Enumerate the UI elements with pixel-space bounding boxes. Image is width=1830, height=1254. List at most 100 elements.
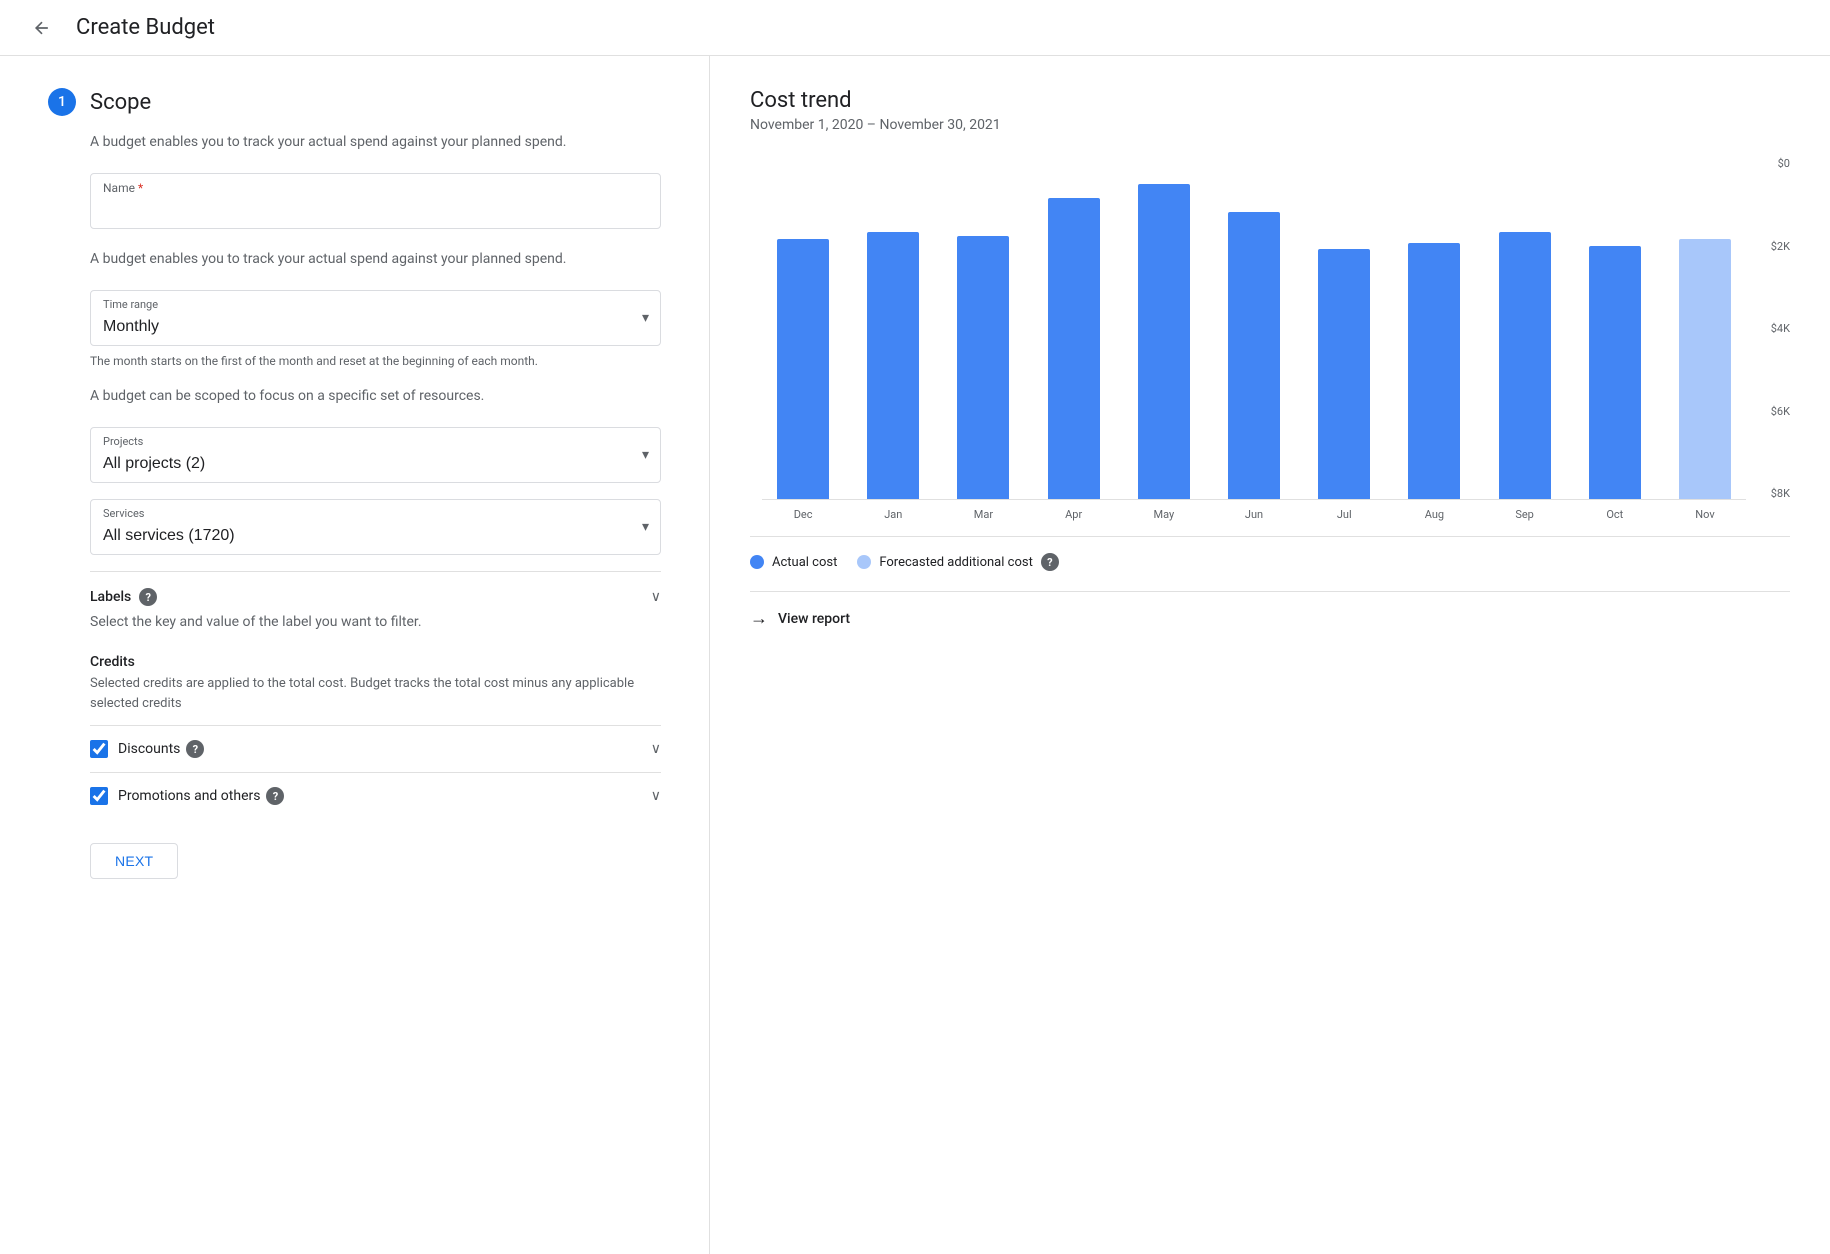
x-label-apr: Apr: [1033, 500, 1115, 536]
bar-group-aug: [1393, 157, 1475, 499]
view-report-link[interactable]: → View report: [750, 608, 1790, 629]
x-label-dec: Dec: [762, 500, 844, 536]
services-wrapper: Services All services (1720) ▾: [90, 499, 661, 555]
y-label-4k: $4K: [1754, 322, 1790, 335]
time-range-wrapper: Time range Monthly Quarterly Yearly Cust…: [90, 290, 661, 346]
credits-desc: Selected credits are applied to the tota…: [90, 674, 661, 713]
scope-description-2: A budget enables you to track your actua…: [90, 249, 661, 270]
page-title: Create Budget: [76, 15, 215, 40]
projects-select[interactable]: All projects (2): [90, 427, 661, 483]
header: Create Budget: [0, 0, 1830, 56]
name-field-label: Name *: [103, 181, 143, 195]
step-circle: 1: [48, 88, 76, 116]
y-label-8k: $8K: [1754, 487, 1790, 500]
legend-actual-dot: [750, 555, 764, 569]
time-range-hint: The month starts on the first of the mon…: [90, 352, 661, 370]
chart-area: $8K $6K $4K $2K $0 DecJanMarAprMayJunJul…: [750, 157, 1790, 536]
bar-group-jan: [852, 157, 934, 499]
y-axis-labels: $8K $6K $4K $2K $0: [1754, 157, 1790, 500]
discounts-chevron-icon: ∨: [651, 741, 661, 757]
view-report-arrow-icon: →: [750, 608, 768, 629]
labels-title: Labels ?: [90, 588, 157, 606]
bar-group-apr: [1033, 157, 1115, 499]
time-range-select[interactable]: Monthly Quarterly Yearly Custom range: [90, 290, 661, 346]
legend-actual: Actual cost: [750, 555, 837, 570]
view-report-label: View report: [778, 611, 850, 627]
promotions-help-icon[interactable]: ?: [266, 787, 284, 805]
left-panel: 1 Scope A budget enables you to track yo…: [0, 56, 710, 1254]
cost-trend-title: Cost trend: [750, 88, 1790, 113]
bar-may: [1138, 184, 1190, 499]
section-title: Scope: [90, 90, 151, 115]
labels-help-icon[interactable]: ?: [139, 588, 157, 606]
promotions-chevron-icon: ∨: [651, 788, 661, 804]
credits-title: Credits: [90, 654, 661, 670]
y-label-2k: $2K: [1754, 240, 1790, 253]
required-star: *: [138, 181, 143, 195]
bar-nov: [1679, 239, 1731, 499]
bar-group-may: [1123, 157, 1205, 499]
chart-legend: Actual cost Forecasted additional cost ?: [750, 553, 1790, 571]
promotions-left: Promotions and others ?: [90, 787, 284, 805]
discounts-row: Discounts ? ∨: [90, 725, 661, 772]
bar-group-dec: [762, 157, 844, 499]
legend-forecast: Forecasted additional cost ?: [857, 553, 1058, 571]
legend-actual-label: Actual cost: [772, 555, 837, 570]
bar-group-oct: [1574, 157, 1656, 499]
cost-trend-date: November 1, 2020 – November 30, 2021: [750, 117, 1790, 133]
x-label-nov: Nov: [1664, 500, 1746, 536]
promotions-row: Promotions and others ? ∨: [90, 772, 661, 819]
x-axis-labels: DecJanMarAprMayJunJulAugSepOctNov: [762, 500, 1746, 536]
bar-group-nov: [1664, 157, 1746, 499]
chart-divider: [750, 591, 1790, 592]
bar-jan: [867, 232, 919, 499]
projects-wrapper: Projects All projects (2) ▾: [90, 427, 661, 483]
main-layout: 1 Scope A budget enables you to track yo…: [0, 56, 1830, 1254]
back-button[interactable]: [24, 10, 60, 46]
bar-apr: [1048, 198, 1100, 499]
next-button[interactable]: NEXT: [90, 843, 178, 879]
bar-dec: [777, 239, 829, 499]
promotions-label: Promotions and others ?: [118, 787, 284, 805]
bar-oct: [1589, 246, 1641, 499]
x-label-jan: Jan: [852, 500, 934, 536]
name-input[interactable]: [90, 173, 661, 229]
projects-group: Projects All projects (2) ▾: [90, 427, 661, 483]
time-range-group: Time range Monthly Quarterly Yearly Cust…: [90, 290, 661, 370]
bar-jun: [1228, 212, 1280, 499]
labels-header[interactable]: Labels ? ∨: [90, 588, 661, 606]
bar-group-jun: [1213, 157, 1295, 499]
x-label-jul: Jul: [1303, 500, 1385, 536]
discounts-left: Discounts ?: [90, 740, 204, 758]
services-group: Services All services (1720) ▾: [90, 499, 661, 555]
name-field-wrapper: Name *: [90, 173, 661, 229]
labels-section: Labels ? ∨ Select the key and value of t…: [90, 571, 661, 646]
credits-section: Credits Selected credits are applied to …: [90, 654, 661, 713]
x-label-sep: Sep: [1484, 500, 1566, 536]
y-label-6k: $6K: [1754, 405, 1790, 418]
bar-group-jul: [1303, 157, 1385, 499]
scope-description-1: A budget enables you to track your actua…: [90, 132, 661, 153]
projects-label: Projects: [103, 435, 143, 448]
legend-forecast-dot: [857, 555, 871, 569]
promotions-checkbox[interactable]: [90, 787, 108, 805]
bar-sep: [1499, 232, 1551, 499]
labels-chevron-icon: ∨: [651, 589, 661, 605]
legend-forecast-label: Forecasted additional cost: [879, 555, 1032, 570]
services-select[interactable]: All services (1720): [90, 499, 661, 555]
bar-mar: [957, 236, 1009, 499]
bar-jul: [1318, 249, 1370, 499]
section-header: 1 Scope: [48, 88, 661, 116]
bar-aug: [1408, 243, 1460, 500]
x-label-mar: Mar: [942, 500, 1024, 536]
services-label: Services: [103, 507, 144, 520]
forecast-help-icon[interactable]: ?: [1041, 553, 1059, 571]
bar-group-sep: [1484, 157, 1566, 499]
chart-bars: [762, 157, 1746, 500]
chart-container: $8K $6K $4K $2K $0 DecJanMarAprMayJunJul…: [750, 157, 1790, 537]
bar-group-mar: [942, 157, 1024, 499]
discounts-help-icon[interactable]: ?: [186, 740, 204, 758]
x-label-jun: Jun: [1213, 500, 1295, 536]
discounts-checkbox[interactable]: [90, 740, 108, 758]
x-label-oct: Oct: [1574, 500, 1656, 536]
